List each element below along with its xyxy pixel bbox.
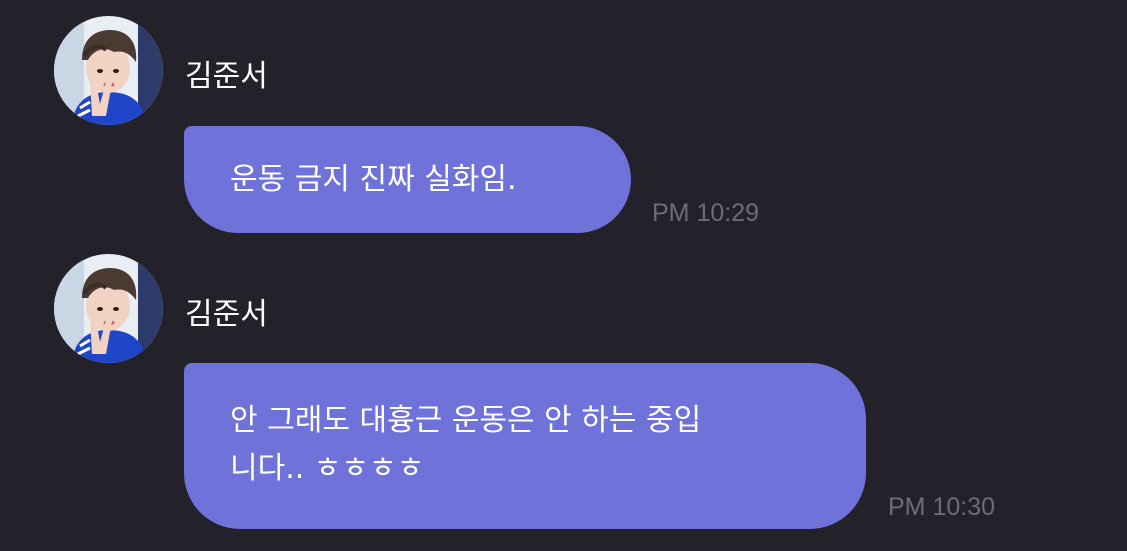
chat-thread: 김준서 운동 금지 진짜 실화임. PM 10:29 김준서 안 그래도 대흉근… <box>0 0 1127 551</box>
avatar-photo-icon <box>54 16 163 125</box>
avatar[interactable] <box>54 16 163 125</box>
message-text: 안 그래도 대흉근 운동은 안 하는 중입 니다.. ㅎㅎㅎㅎ <box>230 403 702 486</box>
message-bubble[interactable]: 안 그래도 대흉근 운동은 안 하는 중입 니다.. ㅎㅎㅎㅎ <box>184 363 866 529</box>
message-timestamp: PM 10:29 <box>652 199 760 227</box>
message-bubble[interactable]: 운동 금지 진짜 실화임. <box>184 126 631 233</box>
message-timestamp: PM 10:30 <box>888 493 996 521</box>
sender-name: 김준서 <box>185 297 268 332</box>
avatar[interactable] <box>54 254 163 363</box>
sender-name: 김준서 <box>185 59 268 94</box>
message-text: 운동 금지 진짜 실화임. <box>230 162 517 197</box>
avatar-photo-icon <box>54 254 163 363</box>
